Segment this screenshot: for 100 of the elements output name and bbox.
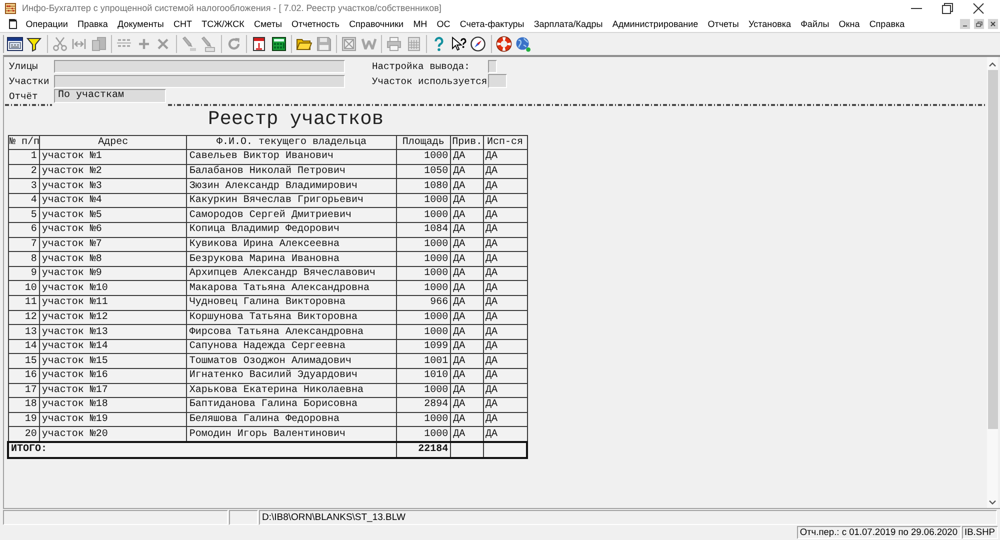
- menu-item[interactable]: Установка: [744, 19, 796, 29]
- menu-item[interactable]: ОС: [432, 19, 456, 29]
- table-cell: 1050: [396, 164, 451, 179]
- input-field[interactable]: [488, 74, 507, 88]
- table-cell: Безрукова Марина Ивановна: [186, 252, 396, 266]
- table-cell: [483, 442, 527, 458]
- table-cell: 16: [8, 368, 40, 384]
- chevron-down-icon[interactable]: [989, 500, 996, 505]
- filter-icon[interactable]: [26, 36, 42, 52]
- table-cell: ДА: [483, 296, 527, 310]
- menu-item[interactable]: Справочники: [344, 19, 408, 29]
- menu-item[interactable]: Файлы: [796, 19, 834, 29]
- document-icon[interactable]: [9, 19, 17, 29]
- table-cell: 1000: [396, 280, 451, 296]
- menu-item[interactable]: Счета-фактуры: [455, 19, 530, 29]
- table-cell: ДА: [483, 280, 527, 296]
- column-header: Площадь: [396, 135, 451, 150]
- table-cell: 19: [8, 412, 40, 427]
- option-label: Настройка вывода:: [372, 60, 471, 73]
- table-cell: Чудновец Галина Викторовна: [186, 296, 396, 310]
- menu-item[interactable]: Справка: [864, 19, 910, 29]
- table-cell: ДА: [450, 310, 484, 325]
- table-cell: ДА: [450, 178, 484, 194]
- chevron-up-icon[interactable]: [989, 62, 996, 67]
- menu-item[interactable]: Администрирование: [608, 19, 703, 29]
- table-cell: ДА: [450, 368, 484, 384]
- calendar-icon[interactable]: [251, 36, 268, 52]
- column-header: Прив.: [450, 135, 484, 150]
- close-icon[interactable]: [973, 2, 984, 14]
- compass-icon[interactable]: [470, 36, 486, 52]
- table-cell: ДА: [450, 354, 484, 368]
- table-cell: 1000: [396, 237, 451, 252]
- table-cell: участок №18: [39, 398, 187, 412]
- table-cell: ДА: [483, 150, 527, 164]
- field-label: Отчёт: [9, 90, 39, 102]
- table-cell: ДА: [483, 398, 527, 412]
- menu-item[interactable]: Окна: [834, 19, 865, 29]
- table-cell: ДА: [450, 412, 484, 427]
- folder-icon[interactable]: [296, 36, 312, 52]
- table-cell: 1000: [396, 310, 451, 325]
- menu-item[interactable]: Зарплата/Кадры: [529, 19, 608, 29]
- table-cell: участок №20: [39, 426, 187, 442]
- table-cell: Самородов Сергей Дмитриевич: [186, 208, 396, 223]
- table-cell: 13: [8, 324, 40, 340]
- menu-item[interactable]: Сметы: [249, 19, 287, 29]
- globe-icon[interactable]: [515, 36, 532, 52]
- table-cell: ДА: [483, 426, 527, 442]
- table-cell: [450, 442, 484, 458]
- input-field[interactable]: [54, 74, 345, 88]
- table-cell: 20: [8, 426, 40, 442]
- menu-item[interactable]: Документы: [112, 19, 169, 29]
- close-icon[interactable]: [988, 19, 998, 29]
- pointer-help-icon[interactable]: [450, 36, 467, 52]
- table-cell: 6: [8, 222, 40, 238]
- table-cell: участок №11: [39, 296, 187, 310]
- table-cell: Кувикова Ирина Алексеевна: [186, 237, 396, 252]
- table-cell: ДА: [450, 426, 484, 442]
- table-cell: 1000: [396, 383, 451, 398]
- menu-item[interactable]: СНТ: [168, 19, 197, 29]
- table-cell: 1001: [396, 354, 451, 368]
- table-cell: 11: [8, 296, 40, 310]
- window-title: Инфо-Бухгалтер с упрощенной системой налогообложения - [ 7.02. Реестр участков/собственников]: [22, 3, 442, 13]
- menu-item[interactable]: Операции: [21, 19, 73, 29]
- table-cell: 17: [8, 383, 40, 398]
- table-cell: участок №15: [39, 354, 187, 368]
- menu-item[interactable]: Правка: [72, 19, 113, 29]
- table-cell: Ромодин Игорь Валентинович: [186, 426, 396, 442]
- table-cell: ДА: [450, 280, 484, 296]
- table-cell: участок №19: [39, 412, 187, 427]
- table-cell: ДА: [450, 252, 484, 266]
- scrollbar-thumb[interactable]: [988, 70, 998, 429]
- input-field[interactable]: [488, 60, 497, 73]
- table-cell: ДА: [450, 208, 484, 223]
- menu-item[interactable]: Отчеты: [702, 19, 744, 29]
- input-field[interactable]: [54, 60, 345, 73]
- input-field[interactable]: По участкам: [54, 89, 166, 103]
- menu-item[interactable]: ТСЖ/ЖСК: [196, 19, 250, 29]
- table-cell: участок №16: [39, 368, 187, 384]
- lifebuoy-icon[interactable]: [496, 36, 512, 52]
- table-cell: ДА: [450, 150, 484, 164]
- table-cell: 1000: [396, 208, 451, 223]
- vertical-scrollbar[interactable]: [987, 57, 998, 508]
- table-cell: 5: [8, 208, 40, 223]
- restore-icon[interactable]: [942, 2, 953, 14]
- form-window-icon[interactable]: [6, 36, 23, 52]
- table-cell: ДА: [483, 193, 527, 208]
- menu-item[interactable]: Отчетность: [286, 19, 344, 29]
- table-cell: ДА: [450, 398, 484, 412]
- table-cell: ДА: [483, 354, 527, 368]
- table-cell: участок №4: [39, 193, 187, 208]
- menu-item[interactable]: МН: [408, 19, 432, 29]
- table-cell: участок №2: [39, 164, 187, 179]
- calculator-icon[interactable]: [270, 36, 287, 52]
- table-cell: участок №17: [39, 383, 187, 398]
- table-cell: 12: [8, 310, 40, 325]
- table-cell: ДА: [483, 178, 527, 194]
- table-cell: Какуркин Вячеслав Григорьевич: [186, 193, 396, 208]
- table-cell: ДА: [483, 383, 527, 398]
- table-cell: 18: [8, 398, 40, 412]
- table-cell: ДА: [450, 193, 484, 208]
